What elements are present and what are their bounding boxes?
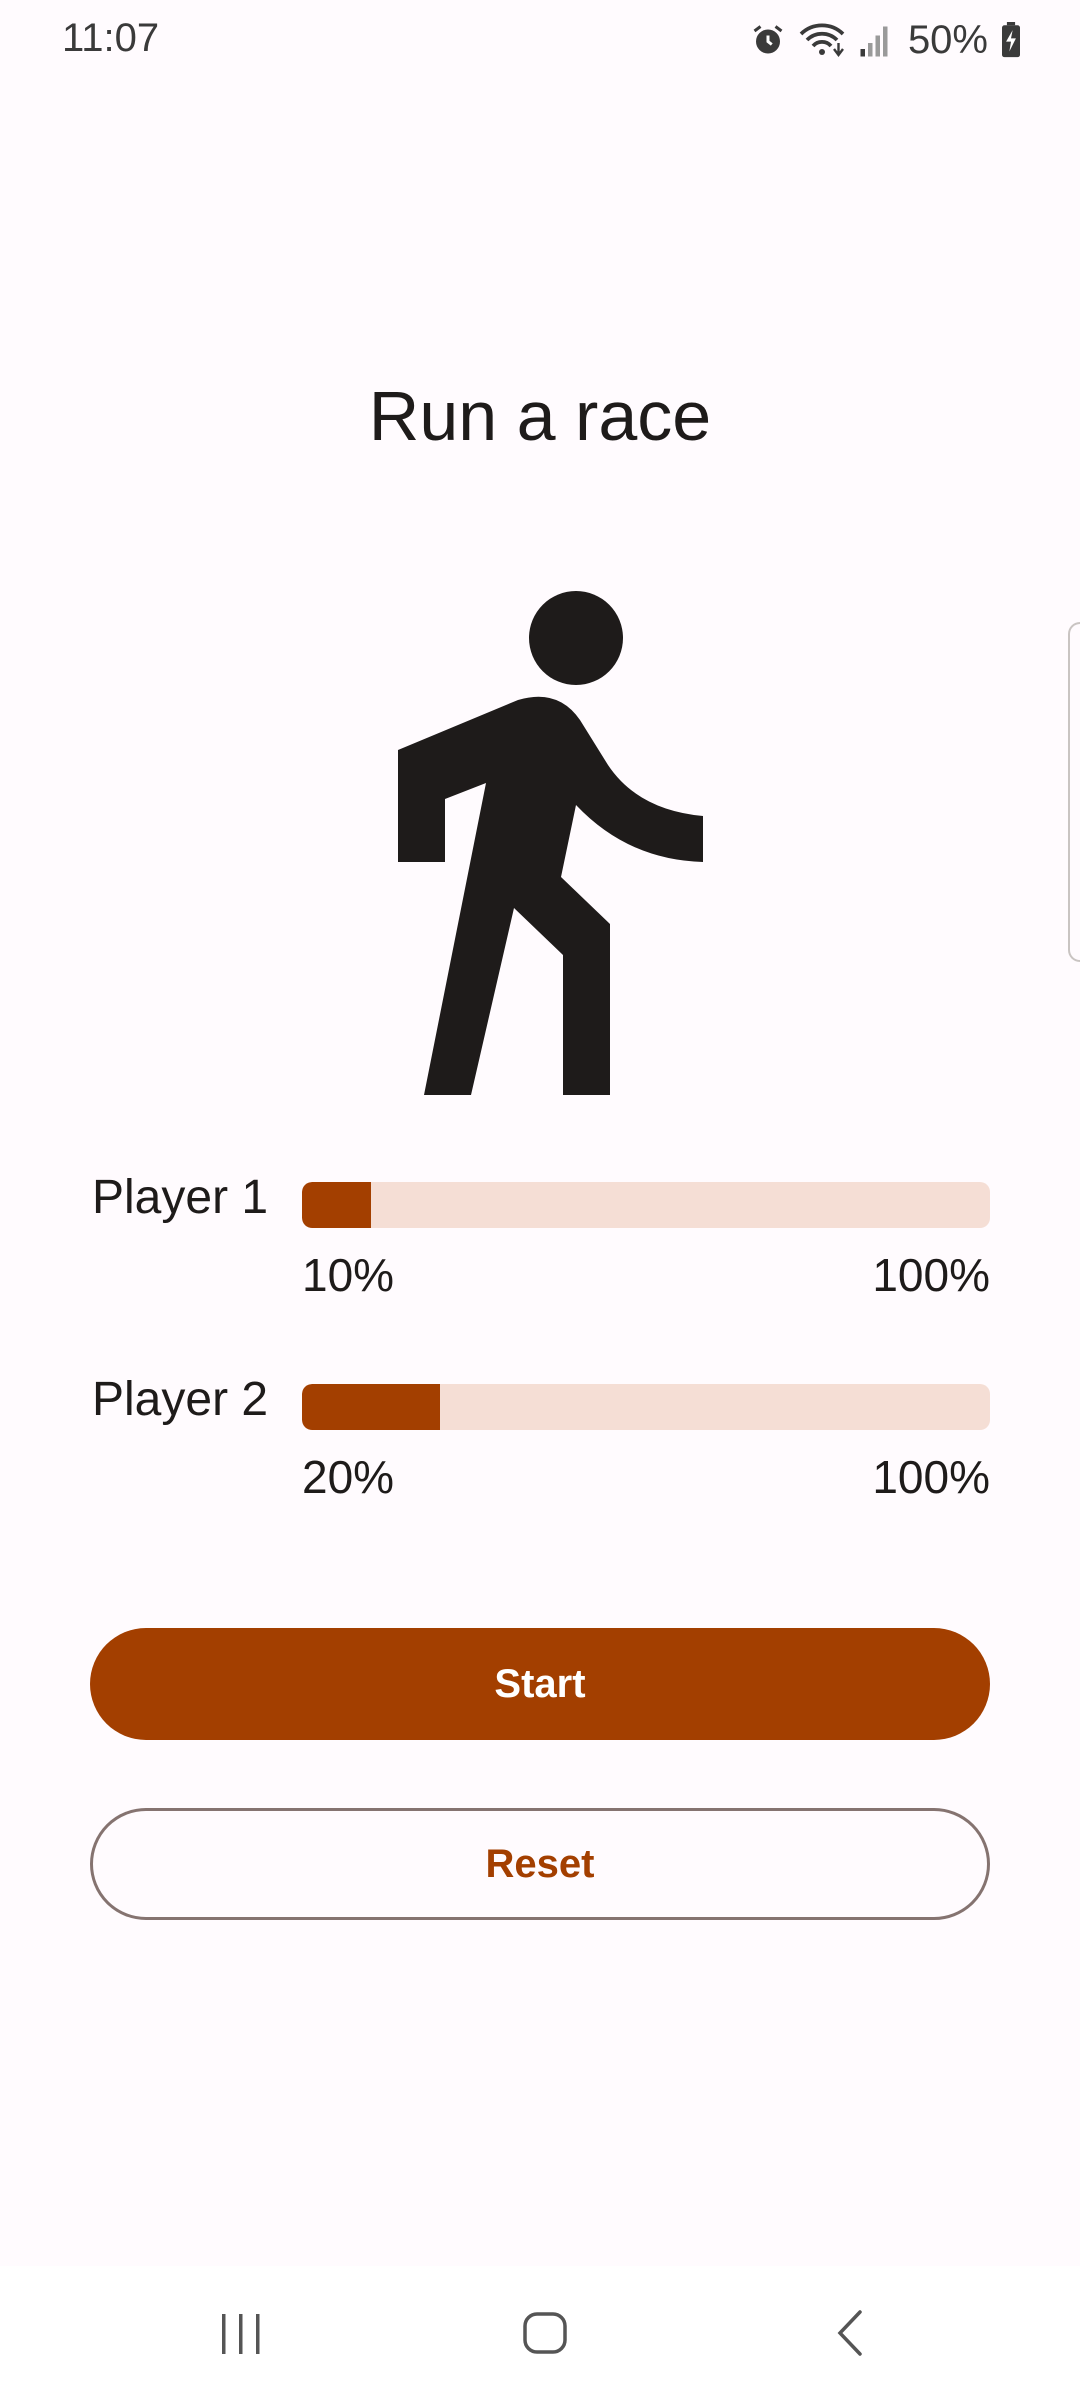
wifi-icon: [798, 22, 846, 58]
alarm-icon: [750, 22, 786, 58]
page-title: Run a race: [368, 377, 712, 455]
player-1-progress-value: 10%: [302, 1249, 395, 1301]
player-1-progress-fill: [302, 1182, 371, 1228]
status-time: 11:07: [62, 16, 160, 60]
player-2-progress-fill: [302, 1384, 440, 1430]
edge-panel-handle[interactable]: [1068, 622, 1080, 962]
start-button[interactable]: Start: [90, 1628, 990, 1740]
player-2-progress-value: 20%: [302, 1451, 395, 1503]
player-2-progress-bar: [302, 1384, 990, 1430]
player-2-progress-max: 100%: [872, 1451, 990, 1503]
battery-percent: 50%: [907, 17, 988, 62]
status-bar: 11:07 50%: [0, 0, 1080, 80]
recents-icon[interactable]: [202, 2300, 282, 2366]
player-1-progress-max: 100%: [872, 1249, 990, 1301]
battery-charging-icon: [1000, 22, 1022, 58]
back-icon[interactable]: [810, 2300, 890, 2366]
home-icon[interactable]: [505, 2300, 585, 2366]
reset-button[interactable]: Reset: [90, 1808, 990, 1920]
navigation-bar: [0, 2266, 1080, 2400]
player-1-progress-bar: [302, 1182, 990, 1228]
status-icons: 50%: [750, 14, 1022, 66]
walking-person-icon: [398, 590, 708, 1100]
player-1-label: Player 1: [92, 1171, 269, 1224]
player-2-label: Player 2: [92, 1373, 269, 1426]
signal-icon: [858, 22, 890, 58]
